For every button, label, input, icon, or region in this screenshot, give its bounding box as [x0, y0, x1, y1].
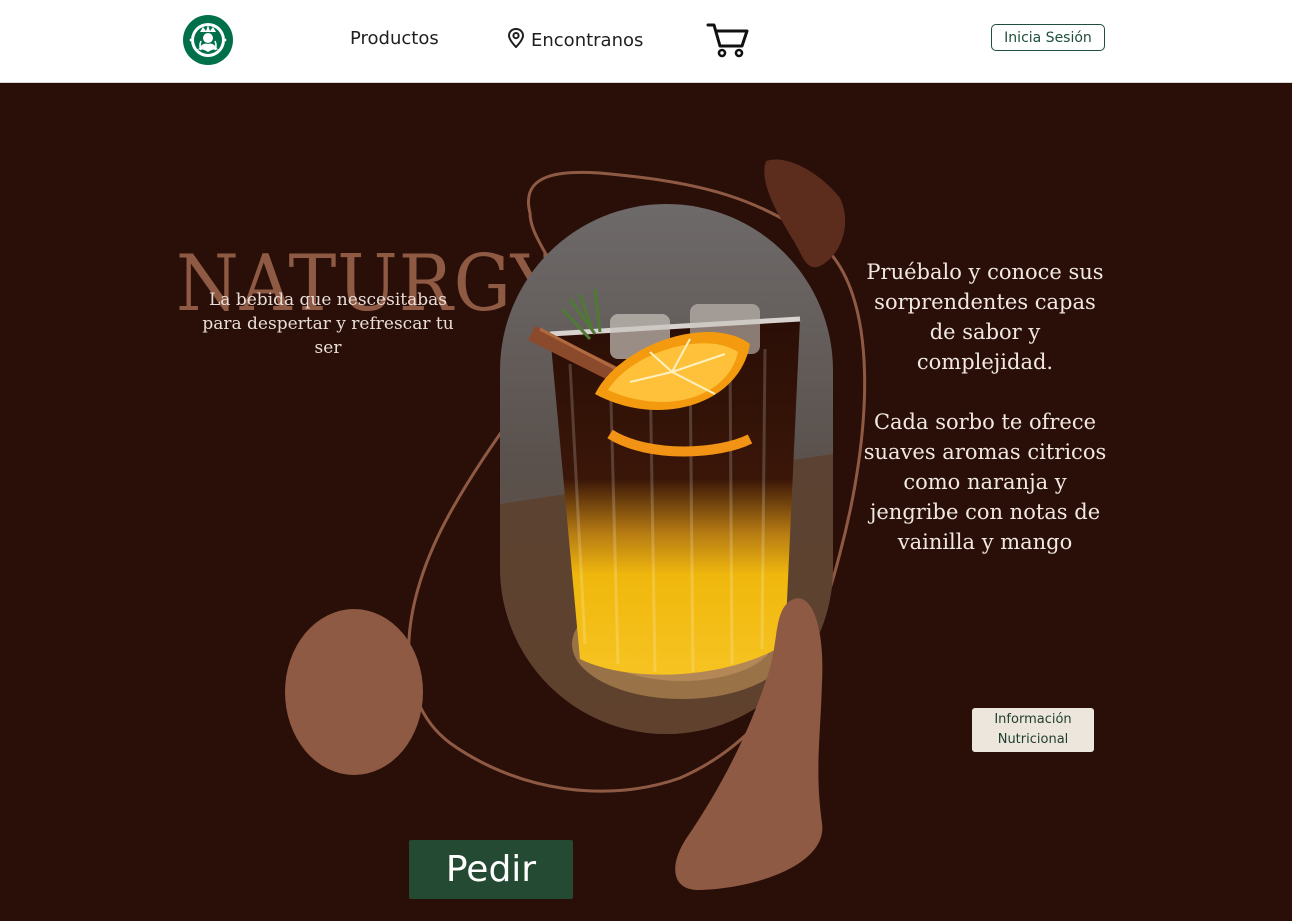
order-button[interactable]: Pedir	[409, 840, 573, 899]
nav-link-encontranos[interactable]: Encontranos	[507, 27, 644, 53]
login-button[interactable]: Inicia Sesión	[991, 24, 1105, 51]
description-paragraph-2: Cada sorbo te ofrece suaves aromas citri…	[863, 410, 1107, 554]
nutrition-info-button[interactable]: Información Nutricional	[972, 708, 1094, 752]
nav-link-encontranos-label: Encontranos	[531, 30, 644, 51]
shopping-cart-icon[interactable]	[706, 22, 750, 58]
top-navigation-bar: Productos Encontranos Inicia Sesión	[0, 0, 1292, 83]
product-drink-image	[500, 204, 833, 734]
product-description: Pruébalo y conoce sus sorprendentes capa…	[860, 257, 1110, 557]
location-pin-icon	[507, 27, 525, 53]
description-paragraph-1: Pruébalo y conoce sus sorprendentes capa…	[866, 260, 1104, 374]
starbucks-logo-icon[interactable]	[182, 14, 234, 66]
product-tagline: La bebida que nescesitabas para desperta…	[202, 290, 454, 358]
nav-link-productos[interactable]: Productos	[350, 28, 439, 49]
hero-section: NATURGY La bebida que nescesitabas para …	[0, 83, 1292, 921]
